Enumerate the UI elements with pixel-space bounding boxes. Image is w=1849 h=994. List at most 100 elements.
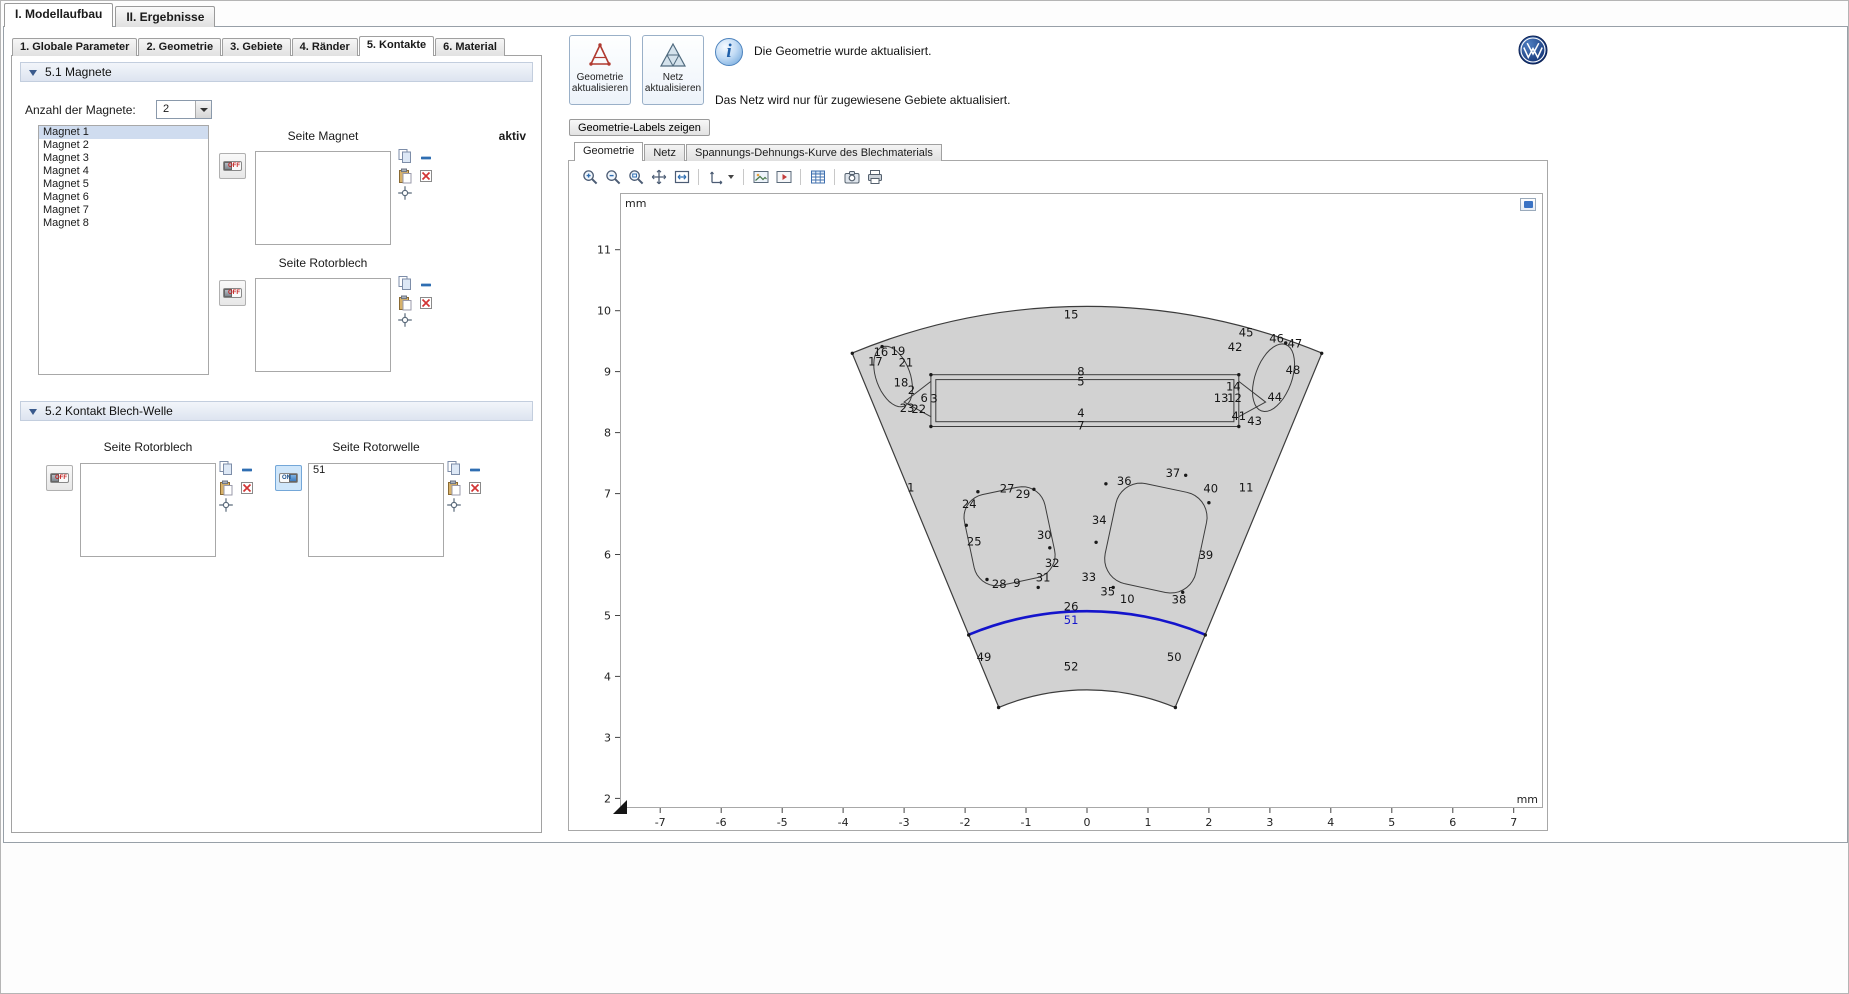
svg-text:9: 9 [604,366,611,379]
step-tab-3-gebiete[interactable]: 3. Gebiete [222,38,291,56]
kontakt-rotorblech-toggle-off[interactable]: OFF [46,465,73,491]
graphics-toolbar [579,166,885,188]
zoom-in-button[interactable] [579,167,600,188]
anzahl-magnete-combobox[interactable]: 2 [156,100,212,119]
step-tab-4-r-nder[interactable]: 4. Ränder [292,38,358,56]
remove-icon[interactable] [418,150,434,166]
svg-text:3: 3 [604,731,611,744]
svg-text:3: 3 [930,391,937,405]
table-view-button[interactable] [807,167,828,188]
graphics-tab-netz[interactable]: Netz [644,144,685,161]
seite-magnet-selection-list[interactable] [255,151,391,245]
info-icon [715,38,743,66]
svg-text:41: 41 [1231,409,1246,423]
step-tab-5-kontakte[interactable]: 5. Kontakte [359,36,434,56]
svg-text:2: 2 [1205,816,1212,829]
default-view-button[interactable] [705,167,737,188]
step-tab-1-globale-parameter[interactable]: 1. Globale Parameter [12,38,137,56]
list-item-magnet-2[interactable]: Magnet 2 [39,139,208,152]
clear-selection-icon[interactable] [418,168,434,184]
paste-icon[interactable] [397,168,413,184]
svg-text:33: 33 [1081,570,1096,584]
update-geometry-button[interactable]: Geometrie aktualisieren [569,35,631,105]
seite-rotorblech-toggle-off[interactable]: OFF [219,280,246,306]
toolbar-separator [698,169,699,185]
seite-rotorblech-selection-list[interactable] [255,278,391,372]
image-snapshot-button[interactable] [750,167,771,188]
svg-text:12: 12 [1227,391,1242,405]
kontakt-rotorblech-selection-list[interactable] [80,463,216,557]
app-frame: 1. Globale Parameter2. Geometrie3. Gebie… [3,26,1848,843]
graphics-tab-geometrie[interactable]: Geometrie [574,142,643,161]
zoom-selection-icon[interactable] [397,312,413,328]
copy-icon[interactable] [397,148,413,164]
remove-icon[interactable] [418,277,434,293]
magnet-listbox[interactable]: Magnet 1Magnet 2Magnet 3Magnet 4Magnet 5… [38,125,209,375]
show-geometry-labels-button[interactable]: Geometrie-Labels zeigen [569,119,710,136]
zoom-selection-icon[interactable] [218,497,234,513]
window-tab-ii-ergebnisse[interactable]: II. Ergebnisse [115,6,215,27]
svg-text:5: 5 [1388,816,1395,829]
clear-selection-icon[interactable] [418,295,434,311]
animation-export-button[interactable] [773,167,794,188]
list-item-magnet-6[interactable]: Magnet 6 [39,191,208,204]
remove-icon[interactable] [467,462,483,478]
svg-text:51: 51 [1064,613,1079,627]
zoom-selection-icon[interactable] [446,497,462,513]
seite-magnet-toggle-off[interactable]: OFF [219,153,246,179]
window-tab-i-modellaufbau[interactable]: I. Modellaufbau [4,3,113,27]
paste-icon[interactable] [397,295,413,311]
graphics-area: -7-6-5-4-3-2-101234567234567891011151619… [568,160,1548,831]
list-item-magnet-8[interactable]: Magnet 8 [39,217,208,230]
graphics-tab-spannungs-dehnungs-kurve-des-blechmaterials[interactable]: Spannungs-Dehnungs-Kurve des Blechmateri… [686,144,942,161]
svg-text:38: 38 [1172,593,1187,607]
copy-icon[interactable] [218,460,234,476]
paste-icon[interactable] [218,480,234,496]
remove-icon[interactable] [239,462,255,478]
zoom-selection-icon[interactable] [397,185,413,201]
kontakt-rotorwelle-selection-list[interactable]: 51 [308,463,444,557]
svg-text:-4: -4 [838,816,849,829]
zoom-box-button[interactable] [625,167,646,188]
switch-icon: OFF [50,473,69,483]
list-item-magnet-3[interactable]: Magnet 3 [39,152,208,165]
paste-icon[interactable] [446,480,462,496]
step-tab-2-geometrie[interactable]: 2. Geometrie [138,38,221,56]
chevron-down-icon[interactable] [195,101,211,118]
print-button[interactable] [864,167,885,188]
section-header-kontakt[interactable]: 5.2 Kontakt Blech-Welle [20,401,533,421]
zoom-extents-button[interactable] [648,167,669,188]
kontakt-rotorwelle-item-51[interactable]: 51 [309,464,443,477]
seite-rotorblech-label: Seite Rotorblech [255,256,391,270]
kontakt-rotorwelle-toggle-on[interactable]: ON [275,465,302,491]
anzahl-der-magnete-label: Anzahl der Magnete: [25,103,136,117]
step-tab-6-material[interactable]: 6. Material [435,38,505,56]
svg-text:28: 28 [992,577,1007,591]
fit-window-button[interactable] [671,167,692,188]
copy-icon[interactable] [397,275,413,291]
clear-selection-icon[interactable] [239,480,255,496]
plot-settings-button[interactable] [1520,198,1536,211]
update-mesh-button[interactable]: Netz aktualisieren [642,35,704,105]
toolbar-separator [800,169,801,185]
list-item-magnet-7[interactable]: Magnet 7 [39,204,208,217]
svg-text:-1: -1 [1021,816,1032,829]
plot-settings-icon [1524,201,1533,208]
svg-text:7: 7 [604,488,611,501]
svg-text:36: 36 [1117,474,1132,488]
section-header-magnete[interactable]: 5.1 Magnete [20,62,533,82]
svg-text:30: 30 [1037,528,1052,542]
svg-text:50: 50 [1167,650,1182,664]
list-item-magnet-4[interactable]: Magnet 4 [39,165,208,178]
zoom-out-button[interactable] [602,167,623,188]
svg-text:5: 5 [1077,374,1084,388]
list-item-magnet-1[interactable]: Magnet 1 [39,126,208,139]
clear-selection-icon[interactable] [467,480,483,496]
svg-text:27: 27 [1000,482,1015,496]
copy-icon[interactable] [446,460,462,476]
camera-snapshot-button[interactable] [841,167,862,188]
list-item-magnet-5[interactable]: Magnet 5 [39,178,208,191]
geometry-plot[interactable]: -7-6-5-4-3-2-101234567234567891011151619… [620,193,1543,808]
svg-text:6: 6 [1449,816,1456,829]
svg-text:52: 52 [1064,660,1079,674]
